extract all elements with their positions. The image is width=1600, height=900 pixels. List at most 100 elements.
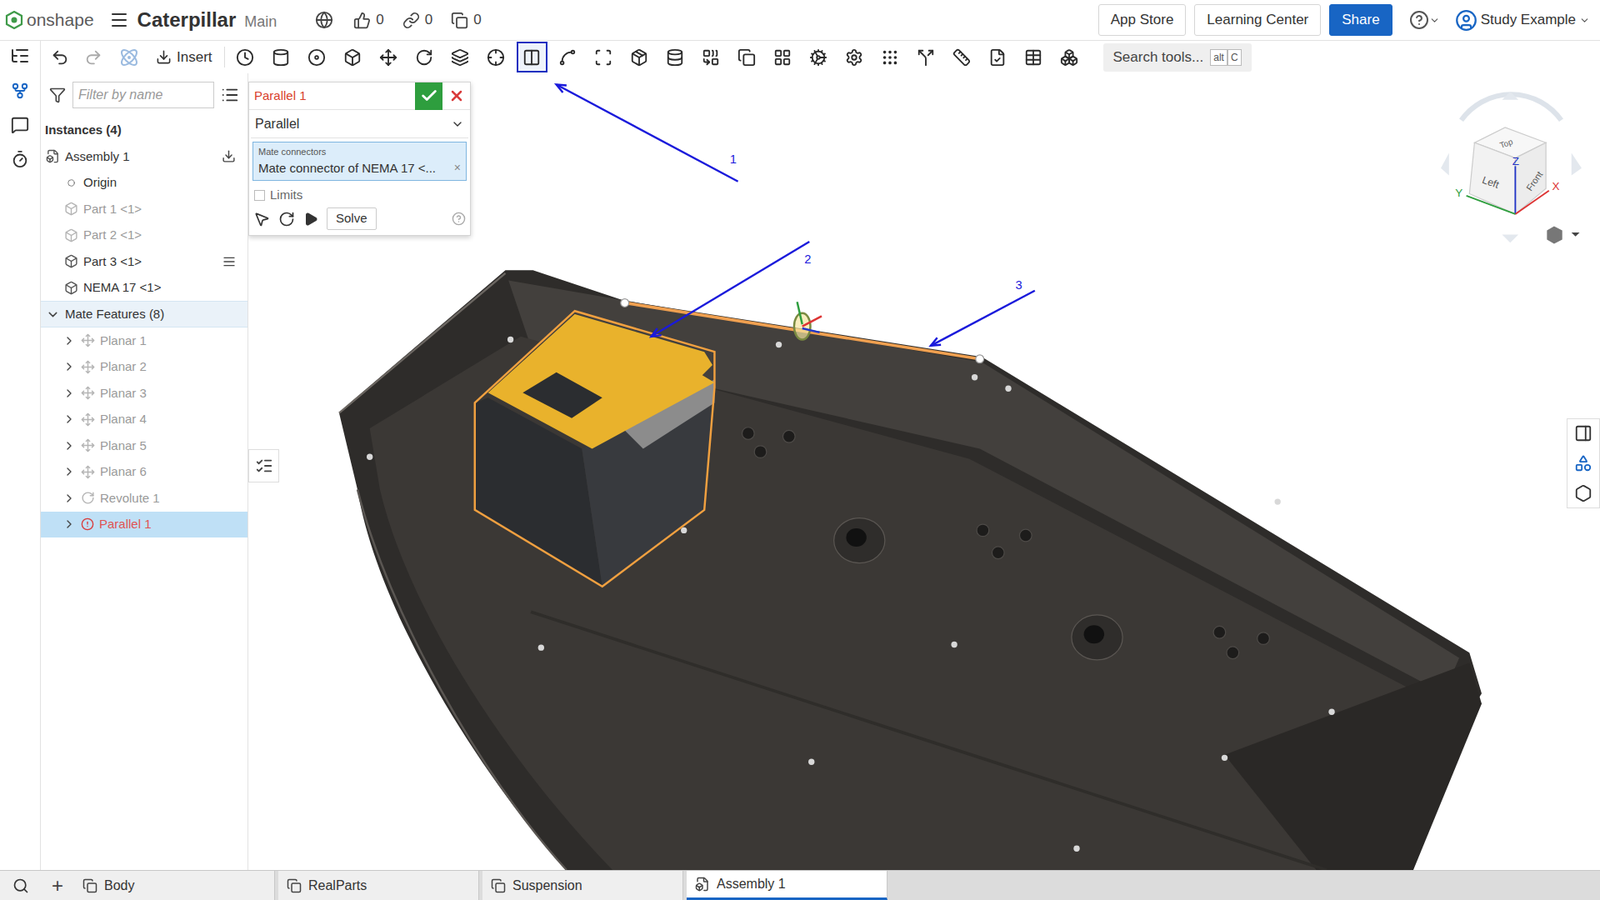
mate-row[interactable]: Planar 1	[40, 327, 248, 355]
logo[interactable]: onshape	[5, 6, 95, 34]
add-tab-button[interactable]: +	[40, 870, 75, 900]
clear-button[interactable]: ×	[454, 159, 461, 177]
selected-edge[interactable]	[625, 302, 980, 359]
instance-row[interactable]: NEMA 17 <1>	[40, 275, 248, 302]
bom-icon[interactable]	[1574, 484, 1593, 503]
appearances-icon[interactable]	[1574, 454, 1593, 473]
mate-row[interactable]: Planar 3	[40, 380, 248, 407]
document-tab[interactable]: RealParts	[278, 870, 480, 900]
mate-row[interactable]: Planar 5	[40, 432, 248, 460]
feature-list-icon[interactable]	[10, 45, 30, 66]
mate-connector[interactable]	[794, 301, 822, 340]
tab-search-icon[interactable]	[12, 877, 30, 895]
properties-icon[interactable]	[1574, 424, 1593, 443]
insert-button[interactable]: Insert	[150, 46, 225, 69]
search-tools[interactable]: Search tools...altC	[1103, 43, 1252, 72]
instance-row[interactable]: Origin	[40, 170, 248, 197]
mate-connectors-field[interactable]: Mate connectorsMate connector of NEMA 17…	[252, 141, 467, 181]
counter[interactable]: 0	[450, 9, 481, 31]
tool-button[interactable]	[445, 41, 476, 73]
instance-row[interactable]: Part 2 <1>	[40, 222, 248, 250]
tool-button[interactable]	[695, 41, 727, 73]
header-actions: App StoreLearning CenterShare Study Examp…	[1098, 4, 1595, 36]
tool-button[interactable]	[660, 41, 691, 73]
filter-input[interactable]: Filter by name	[72, 81, 215, 109]
header-button[interactable]: Learning Center	[1194, 4, 1321, 36]
user-menu[interactable]: Study Example	[1455, 9, 1590, 32]
view-menu-icon[interactable]	[1546, 226, 1580, 245]
tool-button[interactable]	[910, 41, 942, 73]
header-button[interactable]: App Store	[1098, 4, 1187, 36]
tool-button[interactable]	[1018, 41, 1050, 73]
mate-row[interactable]: Parallel 1	[40, 511, 248, 539]
history-icon[interactable]	[10, 150, 30, 169]
tool-button[interactable]	[337, 41, 369, 73]
solve-button[interactable]: Solve	[326, 207, 377, 230]
tool-button[interactable]	[409, 41, 440, 73]
help-menu[interactable]	[1409, 10, 1440, 30]
counter[interactable]: 0	[353, 9, 384, 31]
limits-row[interactable]: Limits	[249, 182, 470, 208]
tool-button[interactable]	[301, 41, 333, 73]
tool-button[interactable]	[588, 41, 620, 73]
tool-button[interactable]	[946, 41, 978, 73]
mate-row[interactable]: Planar 6	[40, 459, 248, 486]
tool-button[interactable]	[731, 41, 763, 73]
comments-icon[interactable]	[10, 115, 30, 135]
tool-button[interactable]	[516, 41, 548, 73]
pointer-icon[interactable]	[253, 210, 270, 228]
tools-icon[interactable]	[119, 47, 140, 68]
planar-mate-icon	[80, 438, 95, 453]
play-icon[interactable]	[303, 211, 319, 227]
chassis-body[interactable]	[339, 270, 1482, 870]
globe-icon[interactable]	[315, 10, 334, 30]
view-cube[interactable]: TopLeftFrontZXY	[1440, 91, 1582, 243]
counter[interactable]: 0	[402, 9, 433, 31]
list-view-icon[interactable]	[220, 85, 240, 105]
accept-button[interactable]	[415, 82, 443, 110]
mate-connector-icon[interactable]	[10, 81, 30, 100]
animate-icon[interactable]	[278, 210, 295, 228]
panel-toggle[interactable]	[248, 449, 280, 483]
tool-button[interactable]	[1054, 41, 1085, 73]
mate-row[interactable]: Planar 2	[40, 354, 248, 381]
mate-row[interactable]: Planar 4	[40, 406, 248, 434]
help-icon	[1409, 10, 1430, 30]
tool-button[interactable]	[839, 41, 870, 73]
cancel-button[interactable]	[442, 82, 470, 110]
menu-icon[interactable]	[109, 10, 130, 30]
document-tab[interactable]: Assembly 1	[686, 870, 888, 900]
insert-instance-icon[interactable]	[221, 149, 236, 164]
right-panel-tabs	[1566, 418, 1600, 509]
instance-row[interactable]: Part 1 <1>	[40, 195, 248, 223]
tool-button[interactable]	[480, 41, 512, 73]
redo-icon[interactable]	[84, 48, 103, 67]
tool-button[interactable]	[767, 41, 799, 73]
tool-button[interactable]	[265, 41, 297, 73]
document-tab[interactable]: Body	[74, 870, 275, 900]
svg-text:1: 1	[730, 152, 737, 166]
document-title[interactable]: Caterpillar	[137, 5, 237, 35]
tool-button[interactable]	[803, 41, 835, 73]
instance-row[interactable]: Part 3 <1>	[40, 248, 248, 275]
tool-button[interactable]	[552, 41, 584, 73]
mate-row[interactable]: Revolute 1	[40, 485, 248, 512]
tool-button[interactable]	[875, 41, 906, 73]
share-button[interactable]: Share	[1329, 4, 1392, 36]
instance-row[interactable]: Assembly 1	[40, 143, 248, 170]
mate-type-dropdown[interactable]: Parallel	[250, 110, 469, 139]
help-icon[interactable]	[451, 211, 466, 226]
filter-icon[interactable]	[49, 86, 66, 104]
undo-icon[interactable]	[50, 48, 70, 67]
mates-header[interactable]: Mate Features (8)	[40, 300, 248, 328]
limits-checkbox[interactable]	[254, 190, 265, 201]
branch-name[interactable]: Main	[244, 10, 277, 34]
tool-button[interactable]	[982, 41, 1014, 73]
nema17-motor[interactable]	[475, 310, 715, 586]
document-tab[interactable]: Suspension	[482, 870, 684, 900]
graphics-canvas[interactable]: 123TopLeftFrontZXYParallel 1ParallelMate…	[248, 73, 1600, 870]
hole	[1328, 709, 1335, 715]
tool-button[interactable]	[230, 41, 261, 73]
tool-button[interactable]	[624, 41, 655, 73]
tool-button[interactable]	[373, 41, 405, 73]
